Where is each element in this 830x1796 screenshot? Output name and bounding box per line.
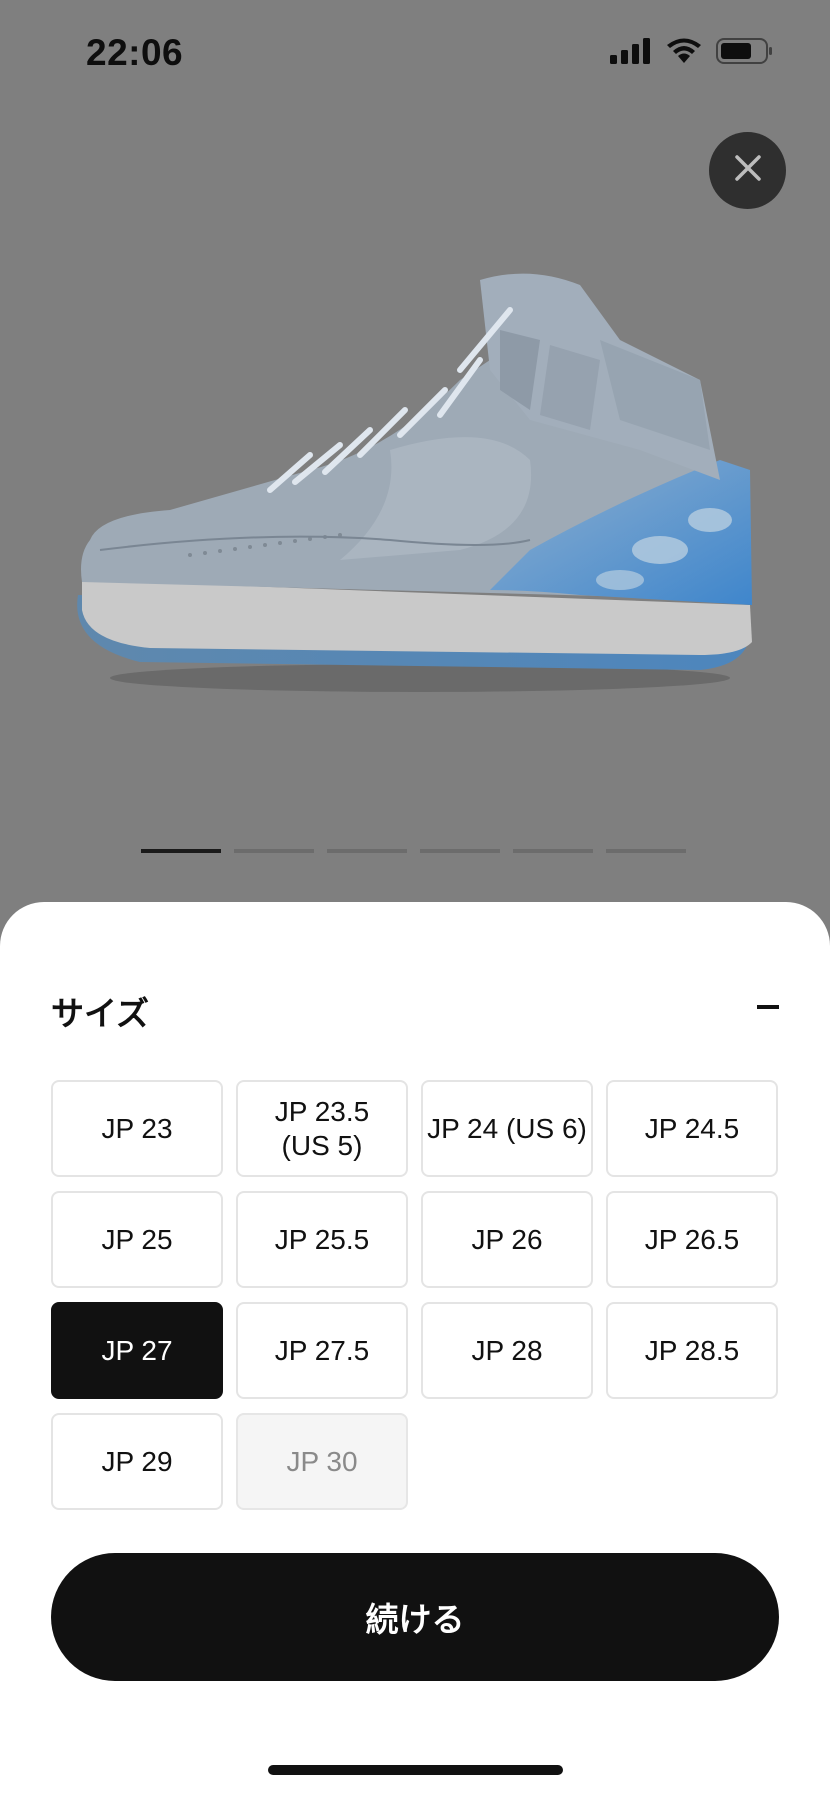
size-option[interactable]: JP 28 xyxy=(421,1302,593,1399)
size-option[interactable]: JP 24 (US 6) xyxy=(421,1080,593,1177)
size-option[interactable]: JP 23.5 (US 5) xyxy=(236,1080,408,1177)
size-option[interactable]: JP 25.5 xyxy=(236,1191,408,1288)
size-option[interactable]: JP 23 xyxy=(51,1080,223,1177)
wifi-icon xyxy=(666,38,702,69)
collapse-button[interactable] xyxy=(748,987,788,1027)
continue-button[interactable]: 続ける xyxy=(51,1553,779,1681)
size-option[interactable]: JP 25 xyxy=(51,1191,223,1288)
size-option[interactable]: JP 27.5 xyxy=(236,1302,408,1399)
minus-icon xyxy=(757,1005,779,1009)
carousel-dot[interactable] xyxy=(513,849,593,853)
carousel-dot[interactable] xyxy=(327,849,407,853)
close-button[interactable] xyxy=(709,132,786,209)
home-indicator xyxy=(268,1765,563,1775)
sheet-title: サイズ xyxy=(51,994,150,1033)
carousel-dot[interactable] xyxy=(234,849,314,853)
size-grid: JP 23 JP 23.5 (US 5) JP 24 (US 6) JP 24.… xyxy=(51,1080,778,1510)
size-option[interactable]: JP 29 xyxy=(51,1413,223,1510)
size-option-unavailable[interactable]: JP 30 xyxy=(236,1413,408,1510)
size-option[interactable]: JP 24.5 xyxy=(606,1080,778,1177)
size-option[interactable]: JP 28.5 xyxy=(606,1302,778,1399)
size-option[interactable]: JP 26 xyxy=(421,1191,593,1288)
size-option-selected[interactable]: JP 27 xyxy=(51,1302,223,1399)
product-image[interactable] xyxy=(60,250,780,710)
size-option[interactable]: JP 26.5 xyxy=(606,1191,778,1288)
status-bar: 22:06 xyxy=(0,0,830,110)
screen: 22:06 サイズ JP 23 JP 23.5 (US 5) JP 24 (US… xyxy=(0,0,830,1796)
close-icon xyxy=(733,153,763,188)
status-time: 22:06 xyxy=(86,32,184,73)
battery-icon xyxy=(716,38,774,69)
carousel-dot[interactable] xyxy=(606,849,686,853)
status-icons xyxy=(610,38,774,69)
carousel-dot[interactable] xyxy=(420,849,500,853)
image-carousel-indicators xyxy=(141,849,686,853)
sneaker-image xyxy=(77,273,752,692)
carousel-dot[interactable] xyxy=(141,849,221,853)
size-selection-sheet: サイズ JP 23 JP 23.5 (US 5) JP 24 (US 6) JP… xyxy=(0,902,830,1796)
cellular-signal-icon xyxy=(610,38,652,69)
